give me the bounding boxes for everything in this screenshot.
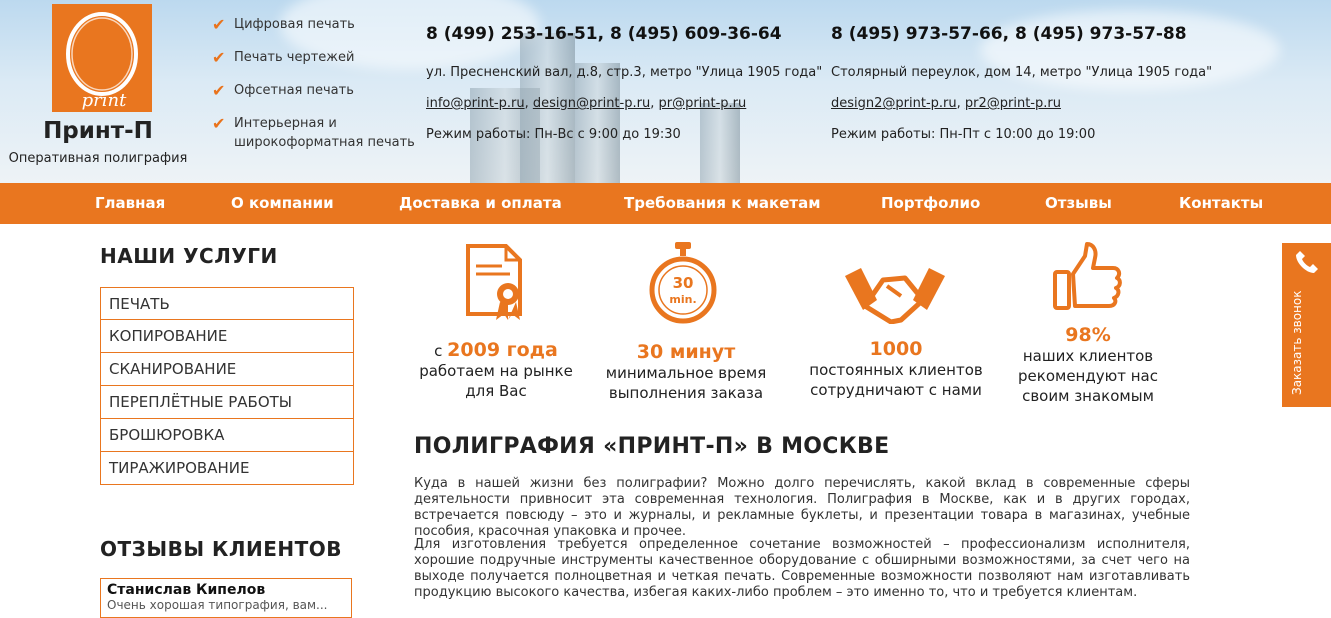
checkmark-icon: ✔ <box>212 48 226 67</box>
service-item-binding[interactable]: ПЕРЕПЛЁТНЫЕ РАБОТЫ <box>100 386 354 419</box>
office2-address: Столярный переулок, дом 14, метро "Улица… <box>831 65 1213 80</box>
office1-address: ул. Пресненский вал, д.8, стр.3, метро "… <box>426 65 823 80</box>
main-nav: Главная О компании Доставка и оплата Тре… <box>0 183 1331 224</box>
service-item-replication[interactable]: ТИРАЖИРОВАНИЕ <box>100 452 354 485</box>
checkmark-icon: ✔ <box>212 114 226 133</box>
feature-item: ✔ Цифровая печать <box>212 15 355 34</box>
checkmark-icon: ✔ <box>212 81 226 100</box>
nav-item-requirements[interactable]: Требования к макетам <box>624 194 820 212</box>
email-link[interactable]: pr@print-p.ru <box>658 96 746 111</box>
office2-phones[interactable]: 8 (495) 973-57-66, 8 (495) 973-57-88 <box>831 24 1187 44</box>
stat-label: постоянных клиентов сотрудничают с нами <box>809 361 983 399</box>
review-card[interactable]: Станислав Кипелов Очень хорошая типограф… <box>100 578 352 618</box>
service-item-print[interactable]: ПЕЧАТЬ <box>100 287 354 320</box>
building-decoration <box>700 103 740 183</box>
callback-button[interactable]: Заказать звонок <box>1282 243 1331 407</box>
nav-item-about[interactable]: О компании <box>231 194 334 212</box>
handshake-icon <box>845 268 945 324</box>
content-paragraph: Для изготовления требуется определенное … <box>414 537 1190 600</box>
review-author: Станислав Кипелов <box>107 582 266 598</box>
building-decoration <box>575 63 620 183</box>
email-link[interactable]: design@print-p.ru <box>533 96 650 111</box>
stat-value: 30 минут <box>636 341 736 363</box>
content-paragraph: Куда в нашей жизни без полиграфии? Можно… <box>414 476 1190 539</box>
nav-item-contacts[interactable]: Контакты <box>1179 194 1263 212</box>
feature-item: ✔ Интерьерная и широко­форматная печать <box>212 114 415 150</box>
nav-item-portfolio[interactable]: Портфолио <box>881 194 980 212</box>
stat-time: 30 минут минимальное время выполнения за… <box>596 342 776 403</box>
certificate-icon <box>466 244 522 320</box>
services-title: НАШИ УСЛУГИ <box>100 244 278 268</box>
logo-text: print <box>82 90 127 111</box>
office1-emails: info@print-p.ru, design@print-p.ru, pr@p… <box>426 96 747 111</box>
brand-name: Принт-П <box>43 118 153 144</box>
review-text: Очень хорошая типография, вам... <box>107 598 328 612</box>
callback-label: Заказать звонок <box>1290 290 1304 396</box>
stat-label: минимальное время выполнения заказа <box>605 364 767 402</box>
stat-label: наших клиентов рекомендуют нас своим зна… <box>1018 347 1158 405</box>
logo[interactable]: print <box>52 4 152 112</box>
stat-year: с 2009 года работаем на рынке для Вас <box>404 340 588 401</box>
checkmark-icon: ✔ <box>212 15 226 34</box>
stopwatch-icon: 30 min. <box>649 242 717 324</box>
stopwatch-number: 30 <box>673 274 694 292</box>
stat-value: 2009 года <box>447 339 558 361</box>
email-link[interactable]: design2@print-p.ru <box>831 96 957 111</box>
office1-phones[interactable]: 8 (499) 253-16-51, 8 (495) 609-36-64 <box>426 24 782 44</box>
stopwatch-unit: min. <box>669 293 696 306</box>
email-link[interactable]: pr2@print-p.ru <box>965 96 1061 111</box>
feature-item: ✔ Офсетная печать <box>212 81 354 100</box>
site-header: print Принт-П Оперативная полиграфия ✔ Ци… <box>0 0 1331 183</box>
nav-item-reviews[interactable]: Отзывы <box>1045 194 1112 212</box>
stat-recommend: 98% наших клиентов рекомендуют нас своим… <box>1002 325 1174 406</box>
stat-value: 98% <box>1065 324 1111 346</box>
office2-emails: design2@print-p.ru, pr2@print-p.ru <box>831 96 1061 111</box>
stat-clients: 1000 постоянных клиентов сотрудничают с … <box>796 339 996 400</box>
stat-value: 1000 <box>869 338 923 360</box>
email-link[interactable]: info@print-p.ru <box>426 96 525 111</box>
page-title: ПОЛИГРАФИЯ «ПРИНТ-П» В МОСКВЕ <box>414 434 890 459</box>
reviews-title: ОТЗЫВЫ КЛИЕНТОВ <box>100 537 342 561</box>
service-item-copy[interactable]: КОПИРОВАНИЕ <box>100 320 354 353</box>
services-list: ПЕЧАТЬ КОПИРОВАНИЕ СКАНИРОВАНИЕ ПЕРЕПЛЁТ… <box>100 287 354 485</box>
nav-item-home[interactable]: Главная <box>95 194 165 212</box>
stat-label: работаем на рынке для Вас <box>419 362 573 400</box>
service-item-scan[interactable]: СКАНИРОВАНИЕ <box>100 353 354 386</box>
office1-hours: Режим работы: Пн-Вс с 9:00 до 19:30 <box>426 127 681 142</box>
feature-item: ✔ Печать чертежей <box>212 48 355 67</box>
nav-item-delivery[interactable]: Доставка и оплата <box>399 194 562 212</box>
office2-hours: Режим работы: Пн-Пт с 10:00 до 19:00 <box>831 127 1096 142</box>
service-item-brochure[interactable]: БРОШЮРОВКА <box>100 419 354 452</box>
brand-tagline: Оперативная полиграфия <box>8 151 188 166</box>
phone-icon <box>1296 251 1318 273</box>
thumbs-up-icon <box>1053 242 1122 310</box>
